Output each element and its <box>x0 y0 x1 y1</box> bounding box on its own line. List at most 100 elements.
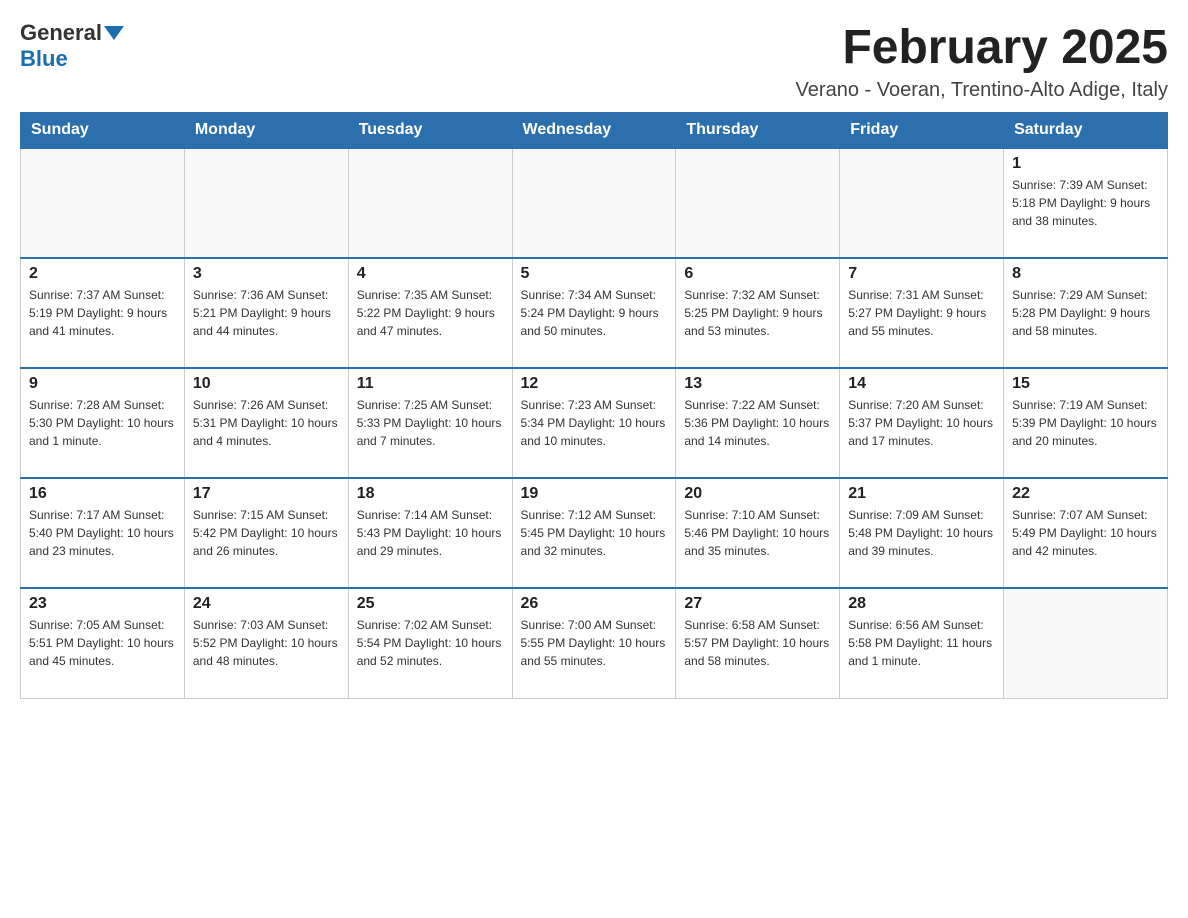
day-number: 26 <box>521 595 668 613</box>
calendar-cell: 22Sunrise: 7:07 AM Sunset: 5:49 PM Dayli… <box>1004 478 1168 588</box>
calendar-cell: 16Sunrise: 7:17 AM Sunset: 5:40 PM Dayli… <box>21 478 185 588</box>
day-number: 11 <box>357 375 504 393</box>
day-header-saturday: Saturday <box>1004 113 1168 149</box>
logo: General Blue <box>20 20 124 72</box>
calendar-cell: 4 Sunrise: 7:35 AM Sunset: 5:22 PM Daylig… <box>348 258 512 368</box>
day-info: Sunrise: 7:00 AM Sunset: 5:55 PM Dayligh… <box>521 616 668 670</box>
day-number: 8 <box>1012 265 1159 283</box>
calendar-cell: 7 Sunrise: 7:31 AM Sunset: 5:27 PM Daylig… <box>840 258 1004 368</box>
day-number: 1 <box>1012 155 1159 173</box>
day-info: Sunrise: 7:36 AM Sunset: 5:21 PM Dayligh… <box>193 286 340 340</box>
calendar-cell: 23Sunrise: 7:05 AM Sunset: 5:51 PM Dayli… <box>21 588 185 698</box>
week-row-2: 2 Sunrise: 7:37 AM Sunset: 5:19 PM Daylig… <box>21 258 1168 368</box>
day-number: 10 <box>193 375 340 393</box>
day-info: Sunrise: 7:22 AM Sunset: 5:36 PM Dayligh… <box>684 396 831 450</box>
day-header-tuesday: Tuesday <box>348 113 512 149</box>
day-number: 5 <box>521 265 668 283</box>
day-info: Sunrise: 7:03 AM Sunset: 5:52 PM Dayligh… <box>193 616 340 670</box>
week-row-4: 16Sunrise: 7:17 AM Sunset: 5:40 PM Dayli… <box>21 478 1168 588</box>
day-info: Sunrise: 7:35 AM Sunset: 5:22 PM Dayligh… <box>357 286 504 340</box>
calendar-cell: 27 Sunrise: 6:58 AM Sunset: 5:57 PM Dayli… <box>676 588 840 698</box>
calendar-cell: 5 Sunrise: 7:34 AM Sunset: 5:24 PM Daylig… <box>512 258 676 368</box>
day-info: Sunrise: 7:29 AM Sunset: 5:28 PM Dayligh… <box>1012 286 1159 340</box>
day-info: Sunrise: 7:10 AM Sunset: 5:46 PM Dayligh… <box>684 506 831 560</box>
calendar-cell: 3 Sunrise: 7:36 AM Sunset: 5:21 PM Daylig… <box>184 258 348 368</box>
day-number: 28 <box>848 595 995 613</box>
day-info: Sunrise: 7:09 AM Sunset: 5:48 PM Dayligh… <box>848 506 995 560</box>
calendar-cell: 2 Sunrise: 7:37 AM Sunset: 5:19 PM Daylig… <box>21 258 185 368</box>
days-header-row: SundayMondayTuesdayWednesdayThursdayFrid… <box>21 113 1168 149</box>
calendar-cell: 21 Sunrise: 7:09 AM Sunset: 5:48 PM Dayli… <box>840 478 1004 588</box>
calendar-cell: 26 Sunrise: 7:00 AM Sunset: 5:55 PM Dayli… <box>512 588 676 698</box>
calendar-cell: 14Sunrise: 7:20 AM Sunset: 5:37 PM Dayli… <box>840 368 1004 478</box>
logo-triangle-icon <box>104 26 124 40</box>
calendar-table: SundayMondayTuesdayWednesdayThursdayFrid… <box>20 112 1168 699</box>
day-header-wednesday: Wednesday <box>512 113 676 149</box>
day-info: Sunrise: 7:32 AM Sunset: 5:25 PM Dayligh… <box>684 286 831 340</box>
day-number: 9 <box>29 375 176 393</box>
day-header-friday: Friday <box>840 113 1004 149</box>
day-info: Sunrise: 7:39 AM Sunset: 5:18 PM Dayligh… <box>1012 176 1159 230</box>
day-info: Sunrise: 7:05 AM Sunset: 5:51 PM Dayligh… <box>29 616 176 670</box>
day-header-monday: Monday <box>184 113 348 149</box>
day-number: 12 <box>521 375 668 393</box>
calendar-cell <box>840 148 1004 258</box>
calendar-cell: 6Sunrise: 7:32 AM Sunset: 5:25 PM Daylig… <box>676 258 840 368</box>
calendar-cell: 12 Sunrise: 7:23 AM Sunset: 5:34 PM Dayli… <box>512 368 676 478</box>
calendar-cell: 17Sunrise: 7:15 AM Sunset: 5:42 PM Dayli… <box>184 478 348 588</box>
calendar-cell: 18 Sunrise: 7:14 AM Sunset: 5:43 PM Dayli… <box>348 478 512 588</box>
day-number: 15 <box>1012 375 1159 393</box>
location-subtitle: Verano - Voeran, Trentino-Alto Adige, It… <box>796 79 1168 102</box>
day-info: Sunrise: 7:02 AM Sunset: 5:54 PM Dayligh… <box>357 616 504 670</box>
day-info: Sunrise: 7:19 AM Sunset: 5:39 PM Dayligh… <box>1012 396 1159 450</box>
calendar-cell <box>184 148 348 258</box>
calendar-cell: 28 Sunrise: 6:56 AM Sunset: 5:58 PM Dayli… <box>840 588 1004 698</box>
day-info: Sunrise: 7:14 AM Sunset: 5:43 PM Dayligh… <box>357 506 504 560</box>
day-number: 24 <box>193 595 340 613</box>
calendar-cell: 9 Sunrise: 7:28 AM Sunset: 5:30 PM Daylig… <box>21 368 185 478</box>
calendar-cell: 8 Sunrise: 7:29 AM Sunset: 5:28 PM Daylig… <box>1004 258 1168 368</box>
day-info: Sunrise: 7:23 AM Sunset: 5:34 PM Dayligh… <box>521 396 668 450</box>
logo-general-text: General <box>20 20 102 46</box>
day-header-thursday: Thursday <box>676 113 840 149</box>
calendar-cell: 11 Sunrise: 7:25 AM Sunset: 5:33 PM Dayli… <box>348 368 512 478</box>
calendar-cell: 24 Sunrise: 7:03 AM Sunset: 5:52 PM Dayli… <box>184 588 348 698</box>
day-number: 21 <box>848 485 995 503</box>
calendar-cell <box>348 148 512 258</box>
week-row-3: 9 Sunrise: 7:28 AM Sunset: 5:30 PM Daylig… <box>21 368 1168 478</box>
day-info: Sunrise: 7:20 AM Sunset: 5:37 PM Dayligh… <box>848 396 995 450</box>
logo-blue-text: Blue <box>20 46 68 72</box>
calendar-cell <box>21 148 185 258</box>
title-area: February 2025 Verano - Voeran, Trentino-… <box>796 20 1168 102</box>
day-number: 13 <box>684 375 831 393</box>
day-info: Sunrise: 6:58 AM Sunset: 5:57 PM Dayligh… <box>684 616 831 670</box>
day-info: Sunrise: 6:56 AM Sunset: 5:58 PM Dayligh… <box>848 616 995 670</box>
day-number: 4 <box>357 265 504 283</box>
calendar-cell: 25 Sunrise: 7:02 AM Sunset: 5:54 PM Dayli… <box>348 588 512 698</box>
day-info: Sunrise: 7:37 AM Sunset: 5:19 PM Dayligh… <box>29 286 176 340</box>
day-number: 20 <box>684 485 831 503</box>
day-info: Sunrise: 7:25 AM Sunset: 5:33 PM Dayligh… <box>357 396 504 450</box>
day-info: Sunrise: 7:31 AM Sunset: 5:27 PM Dayligh… <box>848 286 995 340</box>
week-row-5: 23Sunrise: 7:05 AM Sunset: 5:51 PM Dayli… <box>21 588 1168 698</box>
day-info: Sunrise: 7:34 AM Sunset: 5:24 PM Dayligh… <box>521 286 668 340</box>
day-info: Sunrise: 7:28 AM Sunset: 5:30 PM Dayligh… <box>29 396 176 450</box>
day-number: 25 <box>357 595 504 613</box>
day-info: Sunrise: 7:15 AM Sunset: 5:42 PM Dayligh… <box>193 506 340 560</box>
day-header-sunday: Sunday <box>21 113 185 149</box>
calendar-cell: 15 Sunrise: 7:19 AM Sunset: 5:39 PM Dayli… <box>1004 368 1168 478</box>
day-number: 2 <box>29 265 176 283</box>
day-info: Sunrise: 7:12 AM Sunset: 5:45 PM Dayligh… <box>521 506 668 560</box>
month-title: February 2025 <box>796 20 1168 75</box>
calendar-cell: 19Sunrise: 7:12 AM Sunset: 5:45 PM Dayli… <box>512 478 676 588</box>
calendar-cell <box>1004 588 1168 698</box>
day-number: 3 <box>193 265 340 283</box>
calendar-cell: 1 Sunrise: 7:39 AM Sunset: 5:18 PM Daylig… <box>1004 148 1168 258</box>
day-number: 18 <box>357 485 504 503</box>
calendar-cell: 20 Sunrise: 7:10 AM Sunset: 5:46 PM Dayli… <box>676 478 840 588</box>
day-number: 27 <box>684 595 831 613</box>
day-number: 7 <box>848 265 995 283</box>
week-row-1: 1 Sunrise: 7:39 AM Sunset: 5:18 PM Daylig… <box>21 148 1168 258</box>
calendar-cell: 13 Sunrise: 7:22 AM Sunset: 5:36 PM Dayli… <box>676 368 840 478</box>
calendar-cell: 10Sunrise: 7:26 AM Sunset: 5:31 PM Dayli… <box>184 368 348 478</box>
